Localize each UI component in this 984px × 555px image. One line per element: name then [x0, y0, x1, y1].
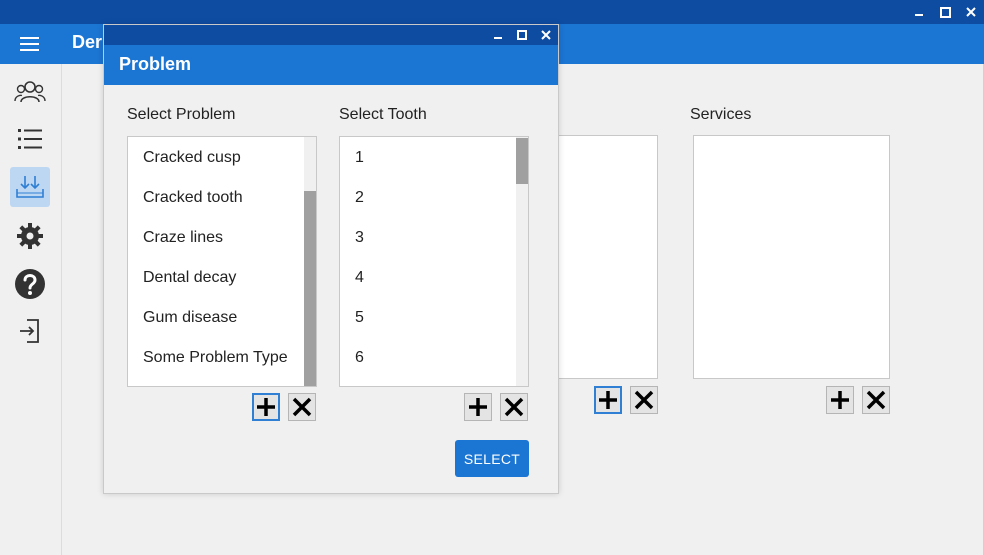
- tooth-list-scrollbar[interactable]: [516, 137, 528, 386]
- list-item[interactable]: Cracked cusp: [143, 149, 241, 167]
- minimize-button[interactable]: [912, 5, 926, 19]
- add-button[interactable]: [594, 386, 622, 414]
- list-item[interactable]: 4: [355, 269, 364, 287]
- list-item[interactable]: 6: [355, 349, 364, 367]
- window-controls: [912, 0, 978, 24]
- list-item[interactable]: 1: [355, 149, 364, 167]
- dialog-header: Problem: [104, 45, 558, 85]
- background-list-box[interactable]: [557, 135, 658, 379]
- close-icon: [966, 7, 976, 17]
- close-icon: [866, 390, 886, 410]
- list-item[interactable]: 5: [355, 309, 364, 327]
- download-tray-icon: [16, 176, 44, 198]
- sidebar-item-users[interactable]: [10, 72, 50, 112]
- list-item[interactable]: Gum disease: [143, 309, 237, 327]
- dialog-titlebar: [104, 25, 558, 45]
- list-item[interactable]: Cracked tooth: [143, 189, 243, 207]
- list-item[interactable]: Dental decay: [143, 269, 236, 287]
- scrollbar-thumb[interactable]: [516, 138, 528, 184]
- add-service-button[interactable]: [826, 386, 854, 414]
- sidebar-item-import[interactable]: [10, 167, 50, 207]
- close-icon: [292, 397, 312, 417]
- remove-tooth-button[interactable]: [500, 393, 528, 421]
- dialog-minimize-button[interactable]: [492, 29, 504, 41]
- maximize-icon: [517, 30, 527, 40]
- minimize-icon: [915, 14, 923, 16]
- remove-service-button[interactable]: [862, 386, 890, 414]
- minimize-icon: [494, 37, 502, 39]
- plus-icon: [469, 398, 487, 416]
- select-button[interactable]: SELECT: [455, 440, 529, 477]
- plus-icon: [831, 391, 849, 409]
- users-icon: [14, 81, 46, 103]
- problem-list[interactable]: Cracked cusp Cracked tooth Craze lines D…: [127, 136, 317, 387]
- list-item[interactable]: Craze lines: [143, 229, 223, 247]
- sidebar-item-logout[interactable]: [10, 311, 50, 351]
- sidebar-item-help[interactable]: [10, 264, 50, 304]
- select-tooth-label: Select Tooth: [339, 106, 427, 123]
- dialog-window-controls: [492, 25, 552, 45]
- add-tooth-button[interactable]: [464, 393, 492, 421]
- sidebar: [0, 64, 62, 555]
- close-icon: [634, 390, 654, 410]
- maximize-button[interactable]: [938, 5, 952, 19]
- plus-icon: [257, 398, 275, 416]
- services-label: Services: [690, 106, 752, 123]
- maximize-icon: [939, 6, 951, 18]
- remove-problem-button[interactable]: [288, 393, 316, 421]
- help-icon: [15, 269, 45, 299]
- tooth-list[interactable]: 1 2 3 4 5 6: [339, 136, 529, 387]
- sidebar-item-list[interactable]: [10, 119, 50, 159]
- gear-icon: [17, 223, 43, 249]
- hamburger-menu-icon[interactable]: [20, 37, 39, 51]
- close-icon: [541, 30, 551, 40]
- close-button[interactable]: [964, 5, 978, 19]
- scrollbar-thumb[interactable]: [304, 191, 316, 386]
- plus-icon: [599, 391, 617, 409]
- window-titlebar: [0, 0, 984, 24]
- services-list[interactable]: [693, 135, 890, 379]
- list-item[interactable]: 2: [355, 189, 364, 207]
- problem-list-scrollbar[interactable]: [304, 137, 316, 386]
- add-problem-button[interactable]: [252, 393, 280, 421]
- sidebar-item-settings[interactable]: [10, 216, 50, 256]
- dialog-close-button[interactable]: [540, 29, 552, 41]
- list-item[interactable]: Some Problem Type: [143, 349, 288, 367]
- remove-button[interactable]: [630, 386, 658, 414]
- dialog-maximize-button[interactable]: [516, 29, 528, 41]
- list-item[interactable]: 3: [355, 229, 364, 247]
- close-icon: [504, 397, 524, 417]
- list-icon: [18, 129, 42, 149]
- logout-icon: [20, 319, 39, 343]
- dialog-title: Problem: [119, 54, 192, 74]
- select-problem-label: Select Problem: [127, 106, 236, 123]
- app-title: Der: [72, 32, 103, 52]
- problem-dialog: Problem Select Problem Cracked cusp Crac…: [103, 24, 559, 494]
